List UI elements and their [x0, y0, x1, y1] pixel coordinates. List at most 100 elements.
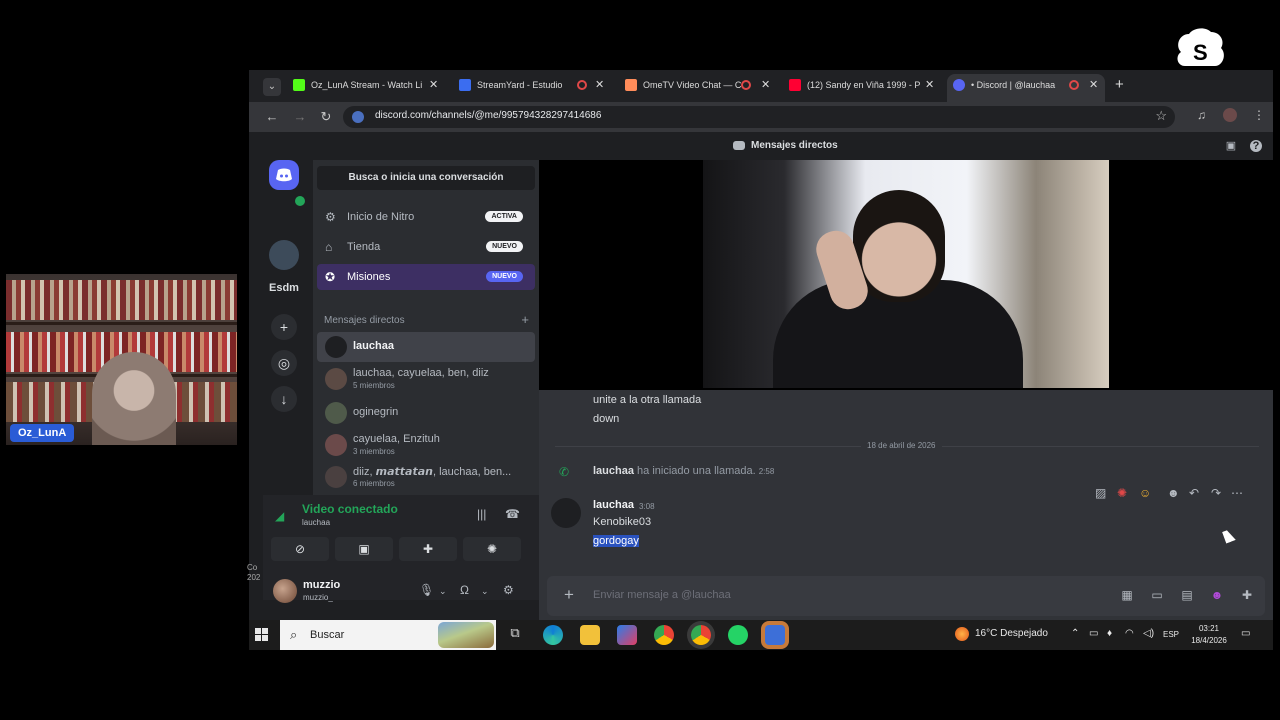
message-text: down	[593, 413, 620, 425]
camera-off-button[interactable]: ⊘	[271, 537, 329, 561]
server-label[interactable]: Esdm	[269, 282, 299, 294]
server-icon[interactable]	[269, 240, 299, 270]
file-explorer-icon[interactable]	[580, 625, 600, 645]
conversation-item[interactable]: cayuelaa, Enzituh 3 miembros	[317, 430, 535, 460]
soundboard-button[interactable]: ✺	[463, 537, 521, 561]
forward-arrow-icon[interactable]: →	[291, 108, 309, 126]
activities-button[interactable]: ✚	[399, 537, 457, 561]
apps-icon[interactable]: ✚	[1239, 587, 1255, 603]
gif-icon[interactable]: ▭	[1149, 587, 1165, 603]
chrome-active-icon[interactable]	[691, 625, 711, 645]
app-window-icon[interactable]	[765, 625, 785, 645]
language-indicator[interactable]: ESP	[1163, 630, 1179, 639]
avatar	[325, 434, 347, 456]
tab-ometv[interactable]: OmeTV Video Chat — C ✕	[619, 74, 777, 102]
create-dm-icon[interactable]: +	[521, 312, 529, 327]
sticker-icon[interactable]: ▤	[1179, 587, 1195, 603]
close-tab-icon[interactable]: ✕	[925, 74, 934, 96]
address-bar[interactable]: discord.com/channels/@me/995794328297414…	[343, 106, 1175, 128]
chevron-up-icon[interactable]: ⌃	[1071, 628, 1079, 639]
media-control-icon[interactable]: ♫	[1197, 108, 1206, 122]
chevron-down-icon[interactable]: ⌄	[439, 586, 447, 597]
edge-icon[interactable]	[543, 625, 563, 645]
weather-widget[interactable]: 16°C Despejado	[955, 627, 1048, 641]
whatsapp-icon[interactable]	[728, 625, 748, 645]
notifications-icon[interactable]: ▭	[1241, 628, 1250, 639]
avatar[interactable]	[551, 498, 581, 528]
discover-icon[interactable]: ◎	[271, 350, 297, 376]
reload-icon[interactable]: ↻	[317, 108, 335, 126]
store-icon[interactable]	[617, 625, 637, 645]
voice-channel[interactable]: lauchaa	[302, 518, 330, 527]
taskbar-search-label: Buscar	[310, 629, 345, 641]
discord-tab-icon	[953, 79, 965, 91]
taskbar-clock[interactable]: 03:21 18/4/2026	[1189, 623, 1229, 647]
stream-canvas: S streamyard Oz_LunA ⌄ Oz_LunA Stream - …	[0, 0, 1280, 720]
tab-kick[interactable]: Oz_LunA Stream - Watch Li ✕	[287, 74, 445, 102]
close-tab-icon[interactable]: ✕	[595, 74, 604, 96]
bookmark-star-icon[interactable]: ☆	[1155, 108, 1167, 124]
microphone-icon[interactable]: 🎙	[419, 583, 434, 597]
chrome-icon[interactable]	[654, 625, 674, 645]
conversation-search[interactable]: Busca o inicia una conversación	[317, 166, 535, 190]
taskbar-search[interactable]: ⌕ Buscar	[280, 620, 496, 650]
tab-title: StreamYard - Estudio	[477, 80, 563, 90]
tab-youtube[interactable]: (12) Sandy en Viña 1999 - P ✕	[783, 74, 941, 102]
download-icon[interactable]: ↓	[271, 386, 297, 412]
add-reaction-icon[interactable]: ☻	[1167, 486, 1180, 500]
conversation-item[interactable]: lauchaa, cayuelaa, ben, diiz 5 miembros	[317, 364, 535, 394]
avatar[interactable]	[273, 579, 297, 603]
smile-reaction-icon[interactable]: ☺	[1139, 486, 1151, 500]
tab-discord[interactable]: • Discord | @lauchaa ✕	[947, 74, 1105, 102]
message-author[interactable]: lauchaa	[593, 499, 634, 511]
profile-avatar-icon[interactable]	[1223, 108, 1237, 122]
add-server-icon[interactable]: +	[271, 314, 297, 340]
microphone-tray-icon[interactable]: ♦	[1107, 628, 1112, 639]
settings-gear-icon[interactable]: ⚙	[503, 583, 514, 597]
gift-icon[interactable]: ▦	[1119, 587, 1135, 603]
wifi-icon[interactable]: ◠	[1125, 628, 1134, 639]
recording-icon	[1069, 80, 1079, 90]
disconnect-icon[interactable]: ☎	[505, 507, 520, 521]
tab-streamyard[interactable]: StreamYard - Estudio ✕	[453, 74, 611, 102]
close-tab-icon[interactable]: ✕	[761, 74, 770, 96]
user-tag: muzzio_	[303, 593, 333, 602]
nav-quests[interactable]: ✪ Misiones NUEVO	[317, 264, 535, 290]
chevron-down-icon[interactable]: ⌄	[481, 586, 489, 597]
streamyard-mark-icon: S	[1171, 26, 1229, 70]
add-attachment-icon[interactable]: +	[559, 585, 579, 605]
message-input[interactable]: Enviar mensaje a @lauchaa	[593, 589, 731, 601]
more-options-icon[interactable]: ⋯	[1231, 486, 1243, 500]
device-icon[interactable]: ▭	[1089, 628, 1098, 639]
noise-suppression-icon[interactable]: |||	[477, 507, 486, 521]
tab-search-chevron-icon[interactable]: ⌄	[263, 78, 281, 96]
forward-icon[interactable]: ↷	[1211, 486, 1221, 500]
volume-icon[interactable]: ◁)	[1143, 628, 1154, 639]
help-icon[interactable]: ?	[1250, 140, 1262, 152]
reply-icon[interactable]: ↶	[1189, 486, 1199, 500]
tab-title: OmeTV Video Chat — C	[643, 80, 742, 90]
nav-nitro[interactable]: ⚙ Inicio de Nitro ACTIVA	[317, 204, 535, 230]
conversation-item[interactable]: oginegrin	[317, 398, 535, 428]
close-tab-icon[interactable]: ✕	[1089, 74, 1098, 96]
task-view-icon[interactable]: ⧉	[505, 625, 525, 645]
back-arrow-icon[interactable]: ←	[263, 108, 281, 126]
browser-menu-icon[interactable]: ⋮	[1253, 108, 1265, 122]
emoji-icon[interactable]: ☻	[1209, 587, 1225, 603]
new-tab-icon[interactable]: +	[1115, 76, 1124, 93]
windows-start-icon[interactable]	[255, 628, 269, 642]
nav-shop[interactable]: ⌂ Tienda NUEVO	[317, 234, 535, 260]
conversation-item[interactable]: diiz, 𝙢𝙖𝙩𝙩𝙖𝙩𝙖𝙣, lauchaa, ben... 6 miembr…	[317, 462, 535, 492]
screen-share-button[interactable]: ▣	[335, 537, 393, 561]
hundred-reaction-icon[interactable]: ✺	[1117, 486, 1127, 500]
video-feed[interactable]	[703, 160, 1109, 388]
close-tab-icon[interactable]: ✕	[429, 74, 438, 96]
site-info-icon[interactable]	[352, 111, 364, 123]
discord-home-button[interactable]	[269, 160, 299, 190]
message-composer[interactable]: + Enviar mensaje a @lauchaa ▦ ▭ ▤ ☻ ✚	[547, 576, 1265, 616]
headphones-icon[interactable]: Ω	[460, 583, 469, 597]
sticker-reaction-icon[interactable]: ▨	[1095, 486, 1106, 500]
voice-status[interactable]: Video conectado	[302, 502, 398, 516]
conversation-item[interactable]: lauchaa	[317, 332, 535, 362]
inbox-icon[interactable]: ▣	[1225, 140, 1237, 152]
